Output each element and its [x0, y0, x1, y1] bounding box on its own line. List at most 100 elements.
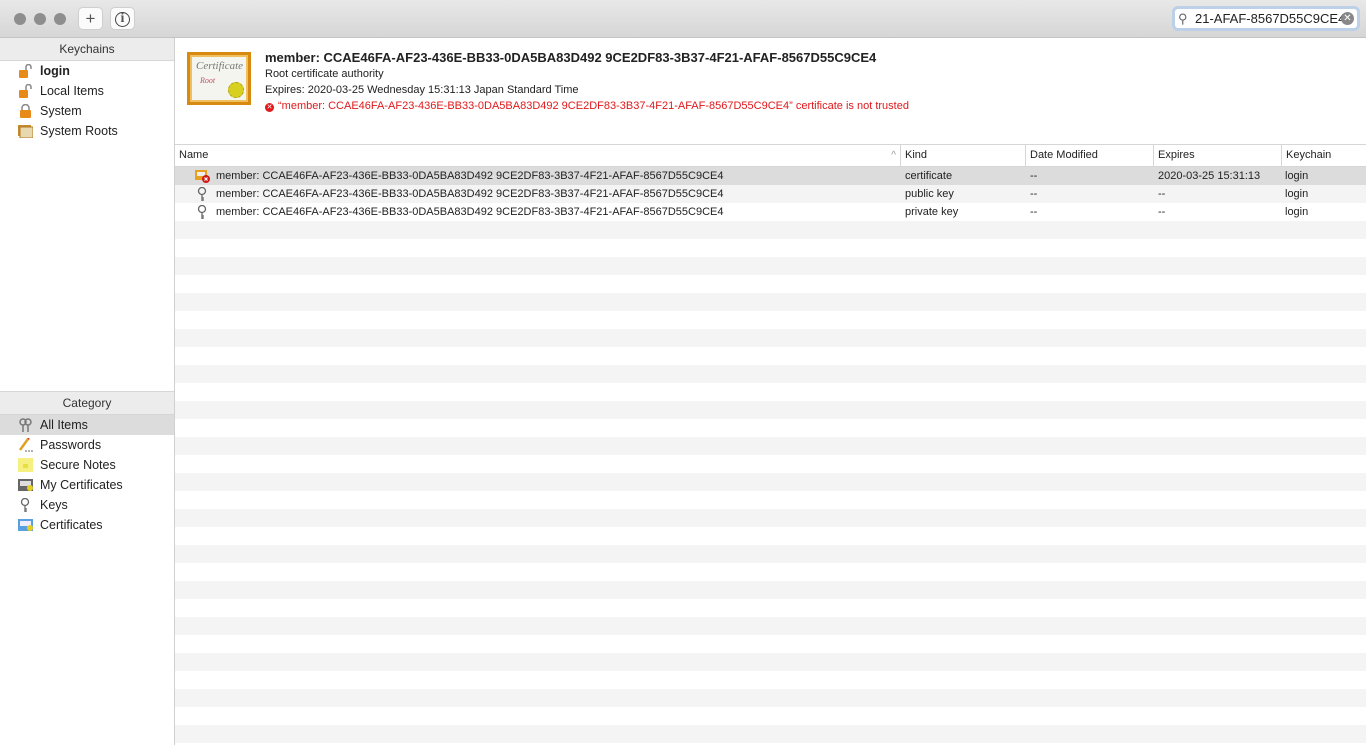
- empty-row: [175, 563, 1366, 581]
- table-row[interactable]: member: CCAE46FA-AF23-436E-BB33-0DA5BA83…: [175, 185, 1366, 203]
- locked-padlock-icon: [18, 103, 33, 118]
- search-input[interactable]: ⚲ 21-AFAF-8567D55C9CE4 ✕: [1172, 6, 1360, 31]
- column-header-kind[interactable]: Kind: [900, 145, 1025, 167]
- empty-row: [175, 581, 1366, 599]
- cell-date-modified: --: [1030, 170, 1038, 182]
- empty-row: [175, 491, 1366, 509]
- certificate-summary: Certificate Root member: CCAE46FA-AF23-43…: [175, 38, 1366, 144]
- key-icon: [18, 497, 33, 512]
- empty-row: [175, 257, 1366, 275]
- column-header-name[interactable]: Name ^: [175, 145, 900, 167]
- key-icon: [195, 204, 209, 219]
- sidebar-item-label: Passwords: [40, 438, 102, 452]
- cell-keychain: login: [1285, 170, 1309, 182]
- empty-row: [175, 473, 1366, 491]
- sidebar-item-label: System Roots: [40, 124, 118, 138]
- empty-row: [175, 365, 1366, 383]
- empty-row: [175, 599, 1366, 617]
- my-certificate-icon: [18, 478, 33, 492]
- sidebar-keychain-system[interactable]: System: [0, 101, 174, 121]
- search-value: 21-AFAF-8567D55C9CE4: [1195, 11, 1346, 26]
- empty-row: [175, 419, 1366, 437]
- search-icon: ⚲: [1178, 11, 1188, 26]
- empty-row: [175, 221, 1366, 239]
- certificate-expiry: Expires: 2020-03-25 Wednesday 15:31:13 J…: [265, 84, 579, 96]
- cell-name: member: CCAE46FA-AF23-436E-BB33-0DA5BA83…: [216, 206, 724, 218]
- empty-row: [175, 707, 1366, 725]
- column-header-expires[interactable]: Expires: [1153, 145, 1281, 167]
- info-icon: i: [115, 12, 130, 27]
- table-row[interactable]: member: CCAE46FA-AF23-436E-BB33-0DA5BA83…: [175, 167, 1366, 185]
- empty-row: [175, 689, 1366, 707]
- sidebar-item-label: Keys: [40, 498, 68, 512]
- cell-expires: --: [1158, 188, 1166, 200]
- cell-expires: --: [1158, 206, 1166, 218]
- sidebar-category-all-items[interactable]: All Items: [0, 415, 174, 435]
- info-button[interactable]: i: [110, 7, 135, 30]
- sidebar-item-label: My Certificates: [40, 478, 123, 492]
- empty-row: [175, 509, 1366, 527]
- empty-row: [175, 635, 1366, 653]
- column-header-date-modified[interactable]: Date Modified: [1025, 145, 1153, 167]
- empty-row: [175, 311, 1366, 329]
- sidebar: Keychains login Local Items System System R…: [0, 38, 175, 745]
- empty-row: [175, 329, 1366, 347]
- key-icon: [195, 186, 209, 201]
- zoom-window-button[interactable]: [54, 13, 66, 25]
- sidebar-category-my-certificates[interactable]: My Certificates: [0, 475, 174, 495]
- sidebar-keychain-login[interactable]: login: [0, 61, 174, 81]
- clear-search-icon[interactable]: ✕: [1341, 12, 1354, 25]
- empty-row: [175, 347, 1366, 365]
- sidebar-category-certificates[interactable]: Certificates: [0, 515, 174, 535]
- cell-keychain: login: [1285, 206, 1309, 218]
- table-header: Name ^ Kind Date Modified Expires Keychai…: [175, 144, 1366, 167]
- empty-row: [175, 437, 1366, 455]
- cell-date-modified: --: [1030, 206, 1038, 218]
- category-header: Category: [0, 392, 174, 415]
- keychains-header: Keychains: [0, 38, 174, 61]
- cell-keychain: login: [1285, 188, 1309, 200]
- cell-expires: 2020-03-25 15:31:13: [1158, 170, 1261, 182]
- sidebar-item-label: Certificates: [40, 518, 103, 532]
- empty-row: [175, 671, 1366, 689]
- title-bar: + i ⚲ 21-AFAF-8567D55C9CE4 ✕: [0, 0, 1366, 38]
- close-window-button[interactable]: [14, 13, 26, 25]
- cell-kind: certificate: [905, 170, 953, 182]
- empty-row: [175, 293, 1366, 311]
- trust-warning: ✕ “member: CCAE46FA-AF23-436E-BB33-0DA5BA…: [265, 100, 909, 112]
- sidebar-keychain-system-roots[interactable]: System Roots: [0, 121, 174, 141]
- error-icon: ✕: [265, 103, 274, 112]
- sidebar-item-label: System: [40, 104, 82, 118]
- unlocked-padlock-icon: [18, 63, 33, 78]
- sidebar-category-passwords[interactable]: Passwords: [0, 435, 174, 455]
- minimize-window-button[interactable]: [34, 13, 46, 25]
- trust-warning-text: “member: CCAE46FA-AF23-436E-BB33-0DA5BA8…: [278, 100, 909, 112]
- empty-row: [175, 239, 1366, 257]
- sidebar-item-label: Secure Notes: [40, 458, 116, 472]
- pencil-icon: [18, 437, 33, 452]
- add-button[interactable]: +: [78, 7, 103, 30]
- unlocked-padlock-icon: [18, 83, 33, 98]
- column-header-keychain[interactable]: Keychain: [1281, 145, 1366, 167]
- empty-row: [175, 545, 1366, 563]
- sidebar-category-secure-notes[interactable]: Secure Notes: [0, 455, 174, 475]
- keys-icon: [18, 418, 33, 432]
- empty-row: [175, 455, 1366, 473]
- sidebar-item-label: Local Items: [40, 84, 104, 98]
- empty-row: [175, 401, 1366, 419]
- cell-name: member: CCAE46FA-AF23-436E-BB33-0DA5BA83…: [216, 170, 724, 182]
- empty-row: [175, 653, 1366, 671]
- sidebar-item-label: login: [40, 64, 70, 78]
- table-row[interactable]: member: CCAE46FA-AF23-436E-BB33-0DA5BA83…: [175, 203, 1366, 221]
- untrusted-certificate-icon: [195, 169, 210, 183]
- certificate-title: member: CCAE46FA-AF23-436E-BB33-0DA5BA83…: [265, 50, 877, 65]
- cell-date-modified: --: [1030, 188, 1038, 200]
- cell-kind: private key: [905, 206, 959, 218]
- sidebar-item-label: All Items: [40, 418, 88, 432]
- sidebar-keychain-local-items[interactable]: Local Items: [0, 81, 174, 101]
- sidebar-category-keys[interactable]: Keys: [0, 495, 174, 515]
- cell-kind: public key: [905, 188, 954, 200]
- empty-row: [175, 383, 1366, 401]
- note-icon: [18, 458, 33, 472]
- empty-row: [175, 725, 1366, 743]
